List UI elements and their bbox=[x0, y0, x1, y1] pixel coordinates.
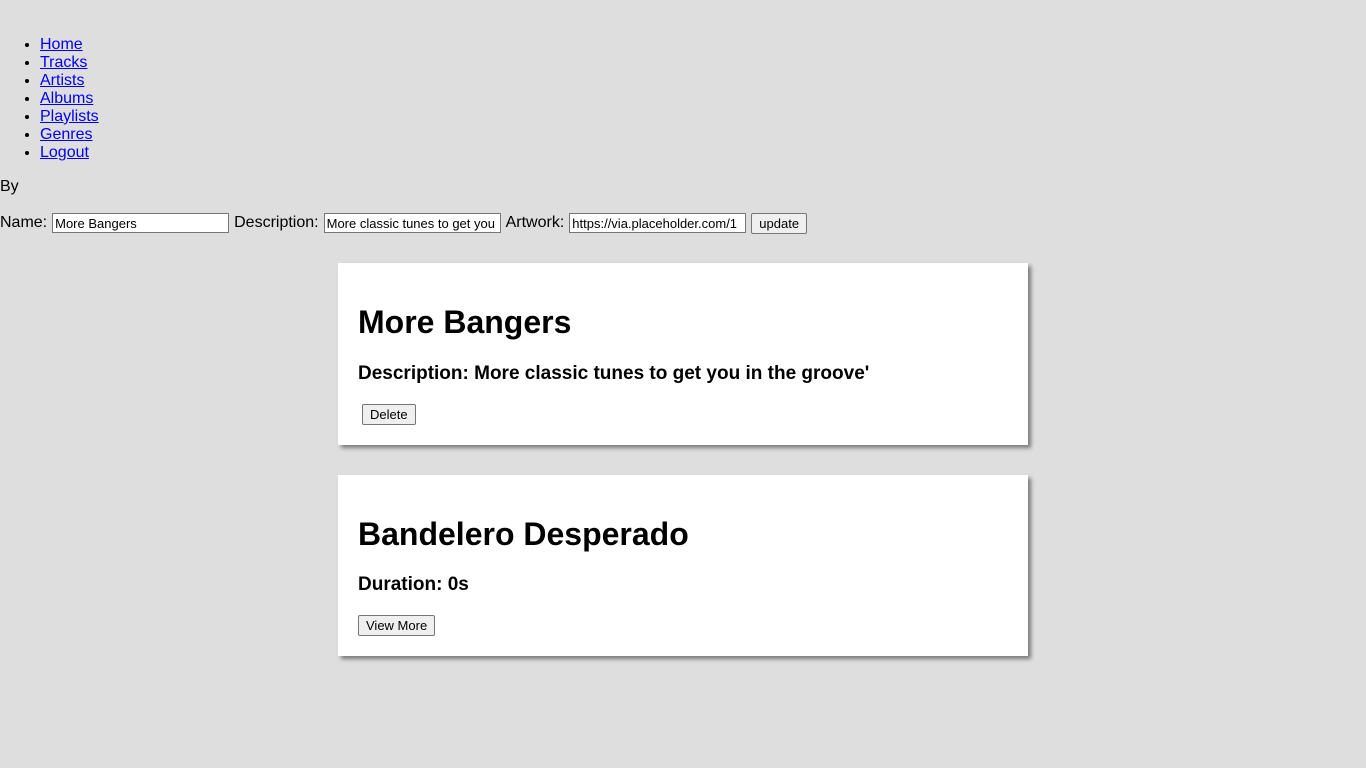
playlist-card: More Bangers Description: More classic t… bbox=[338, 263, 1028, 445]
nav-item-tracks: Tracks bbox=[40, 54, 1366, 72]
artwork-label: Artwork: bbox=[505, 214, 565, 231]
nav-link-genres[interactable]: Genres bbox=[40, 126, 92, 143]
nav-link-tracks[interactable]: Tracks bbox=[40, 54, 87, 71]
description-input[interactable] bbox=[323, 213, 501, 233]
nav-link-playlists[interactable]: Playlists bbox=[40, 108, 99, 125]
track-card: Bandelero Desperado Duration: 0s View Mo… bbox=[338, 475, 1028, 656]
nav-item-logout: Logout bbox=[40, 144, 1366, 162]
nav-link-albums[interactable]: Albums bbox=[40, 90, 93, 107]
playlist-edit-form: Name: Description: Artwork: update bbox=[0, 212, 808, 234]
name-input[interactable] bbox=[52, 213, 230, 233]
nav-item-home: Home bbox=[40, 36, 1366, 54]
delete-button[interactable]: Delete bbox=[362, 404, 416, 425]
nav-link-logout[interactable]: Logout bbox=[40, 144, 89, 161]
nav-item-albums: Albums bbox=[40, 90, 1366, 108]
nav-item-genres: Genres bbox=[40, 126, 1366, 144]
description-label: Description: bbox=[234, 214, 319, 231]
view-more-button[interactable]: View More bbox=[358, 615, 436, 636]
nav-item-artists: Artists bbox=[40, 72, 1366, 90]
update-button[interactable]: update bbox=[751, 212, 808, 234]
by-label: By bbox=[0, 178, 19, 195]
nav-item-playlists: Playlists bbox=[40, 108, 1366, 126]
playlist-description: Description: More classic tunes to get y… bbox=[358, 363, 870, 384]
track-title: Bandelero Desperado bbox=[358, 516, 689, 552]
nav-link-artists[interactable]: Artists bbox=[40, 72, 84, 89]
name-label: Name: bbox=[0, 214, 48, 231]
main-nav: Home Tracks Artists Albums Playlists Gen… bbox=[0, 0, 1366, 162]
nav-link-home[interactable]: Home bbox=[40, 36, 83, 53]
artwork-input[interactable] bbox=[569, 213, 747, 233]
track-duration: Duration: 0s bbox=[358, 574, 469, 595]
playlist-title: More Bangers bbox=[358, 304, 572, 340]
